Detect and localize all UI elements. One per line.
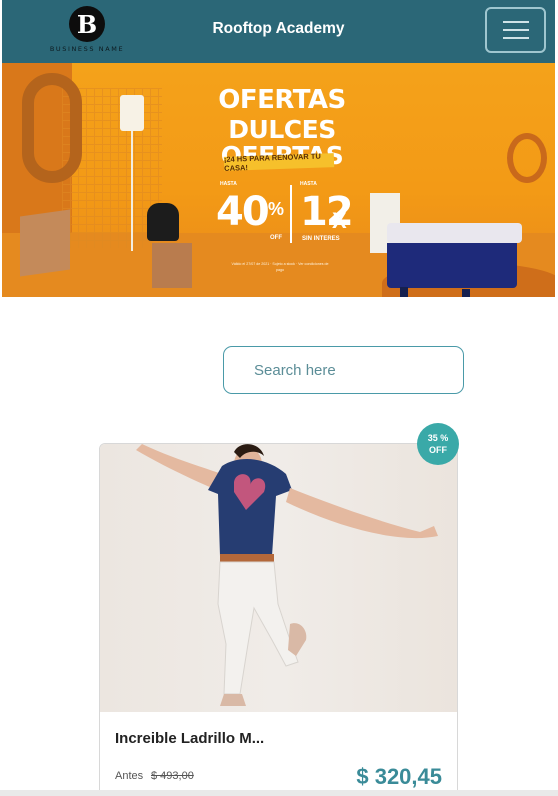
banner-box: [20, 209, 70, 277]
banner-divider: [290, 185, 292, 243]
product-original-price: $ 493,00: [151, 770, 194, 782]
banner-discount: 40: [216, 189, 270, 235]
banner-sin-interes: SIN INTERES: [302, 236, 340, 242]
product-before-label: Antes: [115, 770, 144, 782]
hamburger-menu-icon-line: [502, 37, 529, 39]
product-image[interactable]: [100, 444, 457, 712]
banner-bed-base: [387, 243, 517, 288]
banner-tagline: ¡24 HS PARA RENOVAR TU CASA!: [224, 152, 335, 173]
product-price: $ 320,45: [356, 764, 442, 789]
banner-mattress: [387, 223, 522, 243]
site-title: Rooftop Academy: [212, 20, 345, 37]
product-model-illustration: [136, 444, 438, 706]
banner-decor-ring: [22, 73, 82, 183]
banner-lamp: [120, 95, 144, 131]
banner-box: [152, 243, 192, 288]
banner-bed-leg: [462, 289, 470, 297]
search-input[interactable]: [223, 346, 464, 394]
discount-badge-off: OFF: [429, 445, 447, 455]
product-card[interactable]: Increible Ladrillo M... Antes $ 493,00 $…: [99, 443, 458, 796]
banner-decor-right: [507, 133, 547, 183]
discount-badge: 35 % OFF: [417, 423, 459, 465]
banner-hasta-left: HASTA: [220, 181, 237, 187]
bottom-edge: [0, 790, 558, 796]
banner-fine-print: Válido el 27/07 de 2021 · Sujeto a stock…: [231, 262, 329, 272]
product-name[interactable]: Increible Ladrillo M...: [115, 730, 264, 747]
banner-percent: %: [268, 199, 285, 219]
hamburger-menu-icon-line: [502, 29, 529, 31]
discount-badge-pct: 35 %: [427, 433, 449, 443]
promo-banner[interactable]: OFERTAS DULCES OFERTAS ¡24 HS PARA RENOV…: [2, 63, 555, 297]
hamburger-menu-icon: [502, 21, 529, 23]
menu-toggle-button[interactable]: [485, 7, 546, 53]
banner-off: OFF: [270, 235, 282, 241]
logo-text: BUSINESS NAME: [49, 45, 125, 53]
banner-heading: OFERTAS: [218, 85, 346, 115]
banner-bed-leg: [400, 287, 408, 297]
banner-chair: [147, 203, 179, 241]
banner-x: X: [332, 208, 347, 233]
banner-hasta-right: HASTA: [300, 181, 317, 187]
navbar: B BUSINESS NAME Rooftop Academy: [2, 0, 555, 63]
banner-lamp-stand: [131, 131, 133, 251]
